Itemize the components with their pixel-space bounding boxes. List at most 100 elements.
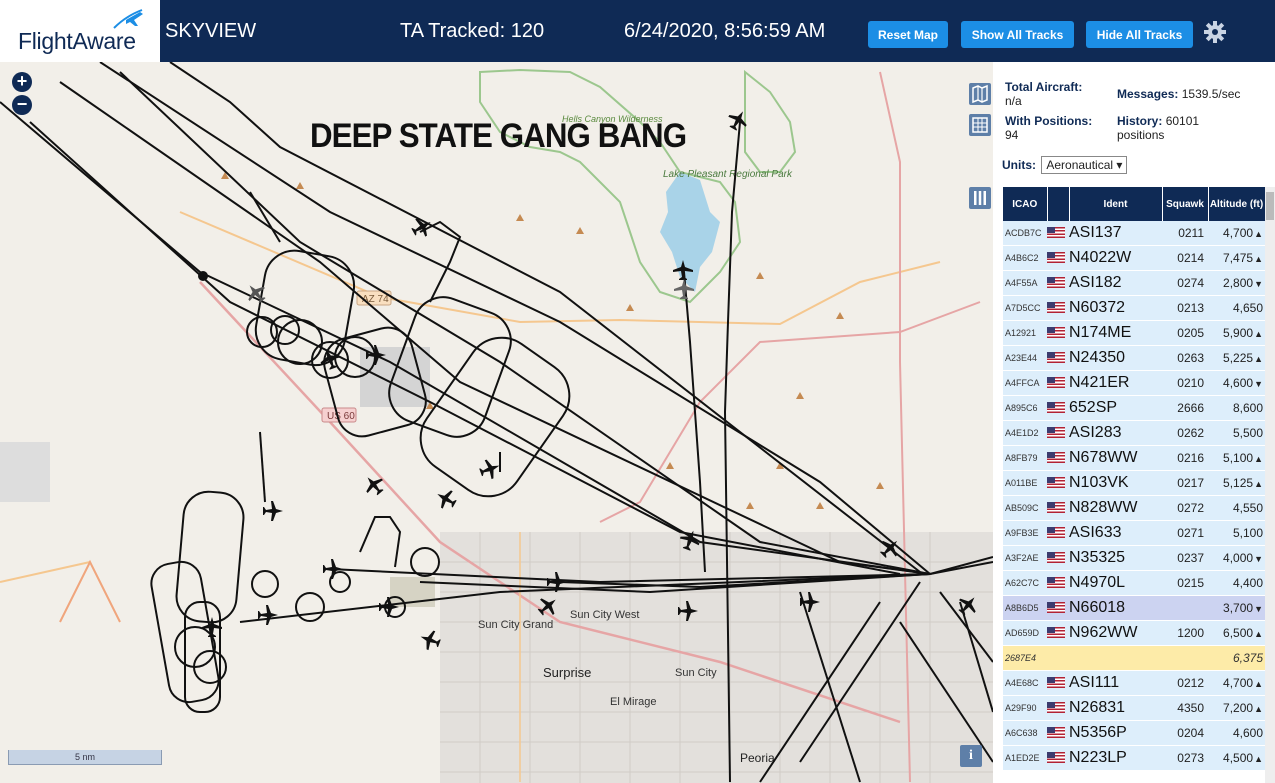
us-flag-icon <box>1047 327 1065 339</box>
icao-cell: A4FFCA <box>1003 370 1047 396</box>
squawk-cell: 0212 <box>1162 670 1208 696</box>
squawk-cell: 0214 <box>1162 245 1208 271</box>
table-row[interactable]: A4FFCA N421ER 0210 4,600▼ <box>1003 370 1265 396</box>
table-row[interactable]: AB509C N828WW 0272 4,550 <box>1003 495 1265 521</box>
map-canvas[interactable]: AZ 74 US 60 Hells Canyon Wilderness Lake… <box>0 62 993 783</box>
ident-cell <box>1069 645 1162 671</box>
table-row[interactable]: A4B6C2 N4022W 0214 7,475▲ <box>1003 245 1265 271</box>
grid-icon[interactable] <box>969 114 991 136</box>
altitude-value: 7,475 <box>1223 251 1254 265</box>
table-row[interactable]: A12921 N174ME 0205 5,900▲ <box>1003 320 1265 346</box>
flag-cell <box>1047 270 1069 296</box>
table-row[interactable]: 2687E4 6,375 <box>1003 645 1265 671</box>
us-flag-icon <box>1047 277 1065 289</box>
us-flag-icon <box>1047 427 1065 439</box>
altitude-cell: 7,475▲ <box>1208 245 1265 271</box>
gear-icon[interactable] <box>1203 20 1227 44</box>
table-row[interactable]: A4F55A ASI182 0274 2,800▼ <box>1003 270 1265 296</box>
col-header-altitude[interactable]: Altitude (ft) <box>1208 187 1266 221</box>
altitude-cell: 4,600 <box>1208 720 1265 746</box>
table-row[interactable]: A8B6D5 N66018 3,700▼ <box>1003 595 1265 621</box>
ident-cell: N678WW <box>1069 445 1162 471</box>
with-positions-stat: With Positions: 94 <box>1005 114 1092 142</box>
messages-value: 1539.5/sec <box>1181 87 1241 101</box>
flag-cell <box>1047 395 1069 421</box>
altitude-value: 6,375 <box>1232 651 1263 665</box>
table-row[interactable]: A8FB79 N678WW 0216 5,100▲ <box>1003 445 1265 471</box>
ident-cell: N66018 <box>1069 595 1162 621</box>
us-flag-icon <box>1047 377 1065 389</box>
altitude-cell: 3,700▼ <box>1208 595 1265 621</box>
show-all-tracks-button[interactable]: Show All Tracks <box>961 21 1074 48</box>
table-row[interactable]: A29F90 N26831 4350 7,200▲ <box>1003 695 1265 721</box>
zoom-in-button[interactable]: + <box>12 72 32 92</box>
table-row[interactable]: A9FB3E ASI633 0271 5,100 <box>1003 520 1265 546</box>
table-row[interactable]: A6C638 N5356P 0204 4,600 <box>1003 720 1265 746</box>
squawk-cell: 0237 <box>1162 545 1208 571</box>
ident-cell: N4022W <box>1069 245 1162 271</box>
history-stat: History: 60101 positions <box>1117 114 1199 142</box>
table-row[interactable]: A7D5CC N60372 0213 4,650 <box>1003 295 1265 321</box>
table-row[interactable]: A23E44 N24350 0263 5,225▲ <box>1003 345 1265 371</box>
icao-cell: A011BE <box>1003 470 1047 496</box>
squawk-cell <box>1162 595 1208 621</box>
table-row[interactable]: A1ED2E N223LP 0273 4,500▲ <box>1003 745 1265 771</box>
altitude-cell: 5,100▲ <box>1208 445 1265 471</box>
table-scrollbar-thumb[interactable] <box>1266 192 1274 220</box>
messages-label: Messages: <box>1117 87 1179 101</box>
units-select[interactable]: Aeronautical ▾ <box>1041 156 1128 174</box>
altitude-value: 7,200 <box>1223 701 1254 715</box>
flag-cell <box>1047 595 1069 621</box>
ident-cell: ASI633 <box>1069 520 1162 546</box>
table-row[interactable]: A62C7C N4970L 0215 4,400 <box>1003 570 1265 596</box>
table-row[interactable]: A3F2AE N35325 0237 4,000▼ <box>1003 545 1265 571</box>
ident-cell: N60372 <box>1069 295 1162 321</box>
altitude-cell: 4,000▼ <box>1208 545 1265 571</box>
icao-cell: AB509C <box>1003 495 1047 521</box>
road-label-az74: AZ 74 <box>362 294 389 305</box>
icao-cell: ACDB7C <box>1003 221 1047 246</box>
hide-all-tracks-button[interactable]: Hide All Tracks <box>1086 21 1193 48</box>
ident-cell: ASI137 <box>1069 221 1162 246</box>
timestamp: 6/24/2020, 8:56:59 AM <box>624 20 826 42</box>
col-header-squawk[interactable]: Squawk <box>1162 187 1209 221</box>
table-row[interactable]: AD659D N962WW 1200 6,500▲ <box>1003 620 1265 646</box>
icao-cell: A6C638 <box>1003 720 1047 746</box>
altitude-cell: 5,125▲ <box>1208 470 1265 496</box>
flag-cell <box>1047 645 1069 671</box>
ta-tracked-count: TA Tracked: 120 <box>400 20 545 42</box>
info-button[interactable]: i <box>960 745 982 767</box>
flag-cell <box>1047 221 1069 246</box>
flightaware-logo[interactable]: FlightAware <box>0 0 160 62</box>
map-layers-icon[interactable] <box>969 83 991 105</box>
col-header-icao[interactable]: ICAO <box>1003 187 1048 221</box>
ident-cell: 652SP <box>1069 395 1162 421</box>
squawk-cell: 0205 <box>1162 320 1208 346</box>
altitude-value: 4,000 <box>1223 551 1254 565</box>
flag-cell <box>1047 495 1069 521</box>
top-bar: FlightAware SKYVIEW TA Tracked: 120 6/24… <box>0 0 1275 62</box>
table-row[interactable]: A895C6 652SP 2666 8,600 <box>1003 395 1265 421</box>
icao-cell: A7D5CC <box>1003 295 1047 321</box>
table-scrollbar[interactable] <box>1265 187 1275 783</box>
col-header-ident[interactable]: Ident <box>1069 187 1163 221</box>
table-row[interactable]: A4E1D2 ASI283 0262 5,500 <box>1003 420 1265 446</box>
icao-cell: A4E1D2 <box>1003 420 1047 446</box>
icao-cell: A4B6C2 <box>1003 245 1047 271</box>
squawk-cell: 2666 <box>1162 395 1208 421</box>
col-header-flag[interactable] <box>1047 187 1070 221</box>
altitude-value: 4,500 <box>1223 751 1254 765</box>
icao-cell: A8B6D5 <box>1003 595 1047 621</box>
us-flag-icon <box>1047 602 1065 614</box>
ident-cell: ASI283 <box>1069 420 1162 446</box>
table-row[interactable]: ACDB7C ASI137 0211 4,700▲ <box>1003 221 1265 246</box>
icao-cell: A4F55A <box>1003 270 1047 296</box>
table-row[interactable]: A4E68C ASI111 0212 4,700▲ <box>1003 670 1265 696</box>
columns-icon[interactable] <box>969 187 991 209</box>
map-view[interactable]: AZ 74 US 60 Hells Canyon Wilderness Lake… <box>0 62 993 783</box>
zoom-out-button[interactable]: − <box>12 95 32 115</box>
reset-map-button[interactable]: Reset Map <box>868 21 948 48</box>
altitude-cell: 4,650 <box>1208 295 1265 321</box>
table-row[interactable]: A011BE N103VK 0217 5,125▲ <box>1003 470 1265 496</box>
altitude-value: 4,650 <box>1232 301 1263 315</box>
